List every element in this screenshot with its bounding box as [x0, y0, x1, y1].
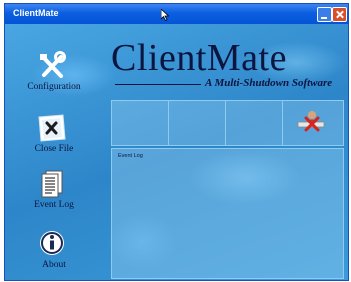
minimize-button[interactable] [317, 7, 332, 22]
shutdown-user-icon [297, 109, 327, 138]
main-area: ClientMate A Multi-Shutdown Software Con… [5, 24, 348, 280]
app-logo-title: ClientMate [111, 37, 287, 79]
toolbar-panel [111, 100, 344, 146]
sidebar-item-close-file[interactable]: Close File [17, 113, 87, 159]
event-log-icon [36, 169, 68, 199]
close-button[interactable] [332, 7, 347, 22]
toolbar-slot[interactable] [112, 101, 169, 145]
event-log-title: Event Log [118, 153, 143, 159]
info-icon [36, 229, 68, 259]
mouse-cursor-icon [160, 8, 170, 26]
toolbar-action-cell[interactable] [283, 101, 340, 145]
sidebar-item-label: About [42, 260, 66, 270]
toolbar-slot[interactable] [169, 101, 226, 145]
sidebar-item-event-log[interactable]: Event Log [17, 169, 87, 215]
logo-divider [115, 84, 201, 85]
window-title: ClientMate [13, 8, 59, 18]
sidebar-item-configuration[interactable]: Configuration [17, 51, 87, 97]
sidebar-item-label: Close File [34, 144, 74, 154]
sidebar-item-label: Configuration [27, 82, 81, 92]
close-file-icon [36, 113, 68, 143]
tools-icon [36, 51, 68, 81]
event-log-panel[interactable]: Event Log [111, 148, 344, 279]
sidebar-item-label: Event Log [34, 200, 74, 210]
sidebar-item-about[interactable]: About [17, 229, 87, 275]
app-window: ClientMate ClientMate A Multi-Shutdown S… [4, 3, 349, 281]
app-subtitle: A Multi-Shutdown Software [205, 77, 333, 89]
toolbar-slot[interactable] [226, 101, 283, 145]
title-bar[interactable]: ClientMate [5, 4, 348, 24]
